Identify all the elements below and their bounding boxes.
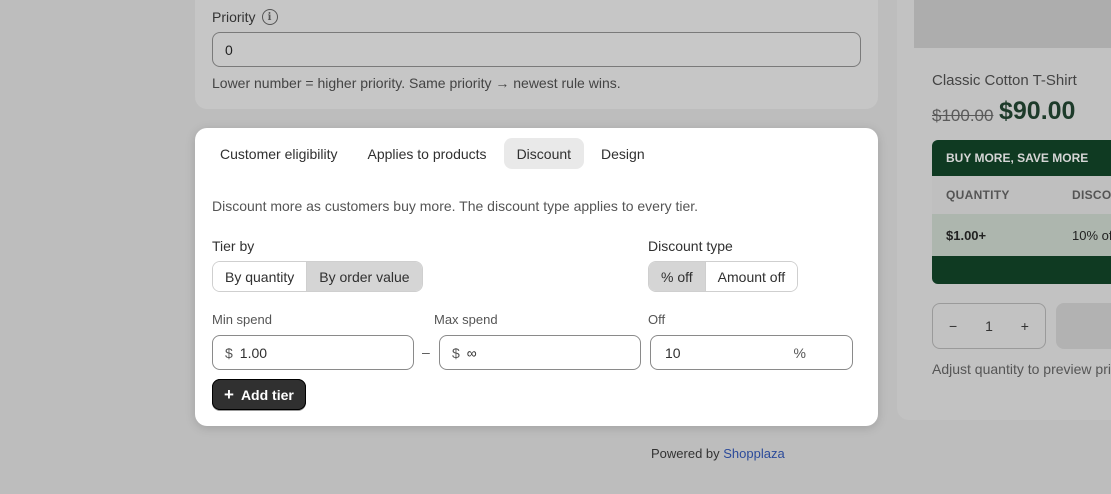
min-spend-label: Min spend [212,312,272,327]
currency-prefix: $ [225,344,233,361]
qty-minus-button[interactable]: − [949,318,957,334]
min-spend-value: 1.00 [239,344,268,361]
discount-modal: Customer eligibility Applies to products… [195,128,878,426]
range-separator: – [422,344,430,360]
info-icon[interactable]: i [261,9,278,25]
row-discount: 10% of [1072,227,1111,243]
max-spend-input[interactable]: $ ∞ [439,335,641,370]
price-old: $100.00 [932,106,994,125]
priority-label: Priority i [212,9,278,25]
tabs: Customer eligibility Applies to products… [207,138,658,169]
product-title: Classic Cotton T-Shirt [932,72,1077,89]
currency-prefix: $ [452,344,460,361]
tab-design[interactable]: Design [588,138,658,169]
tier-by-quantity-button[interactable]: By quantity [213,262,307,291]
brand-link[interactable]: Shopplaza [723,446,784,461]
promo-title: BUY MORE, SAVE MORE [946,151,1089,165]
priority-input[interactable]: 0 [212,32,861,67]
amount-off-button[interactable]: Amount off [704,262,798,291]
off-label: Off [648,312,666,327]
preview-card: Classic Cotton T-Shirt $100.00 $90.00 BU… [897,0,1111,420]
priority-help-text: Lower number = higher priority. Same pri… [212,75,621,91]
tab-applies-to-products[interactable]: Applies to products [354,138,499,169]
tier-by-toggle: By quantity By order value [212,261,423,292]
add-to-cart-button[interactable] [1056,303,1111,349]
col-discount: DISCOU [1072,188,1111,202]
min-spend-input[interactable]: $ 1.00 [212,335,414,370]
discount-type-toggle: % off Amount off [648,261,799,292]
max-spend-label: Max spend [434,312,498,327]
promo-columns: QUANTITY DISCOU [932,176,1111,214]
row-quantity: $1.00+ [946,227,987,243]
price-new: $90.00 [999,97,1076,125]
tab-discount[interactable]: Discount [503,138,585,169]
qty-value: 1 [985,318,993,334]
quantity-stepper[interactable]: − 1 + [932,303,1046,349]
add-tier-button[interactable]: + Add tier [212,379,306,410]
percent-off-button[interactable]: % off [649,262,705,291]
qty-plus-button[interactable]: + [1021,318,1029,334]
percent-suffix: % [793,344,806,361]
off-input[interactable]: 10 % [650,335,853,370]
priority-card: Priority i 0 Lower number = higher prior… [195,0,878,109]
tab-customer-eligibility[interactable]: Customer eligibility [207,138,350,169]
tier-by-label: Tier by [212,238,255,254]
intro-text: Discount more as customers buy more. The… [212,198,699,214]
plus-icon: + [224,385,234,404]
product-image [914,0,1111,48]
col-quantity: QUANTITY [946,188,1010,202]
promo-row: $1.00+ 10% of [932,214,1111,256]
volume-discount-table: BUY MORE, SAVE MORE QUANTITY DISCOU $1.0… [932,140,1111,284]
powered-by: Powered by Shopplaza [651,446,785,461]
discount-type-label: Discount type [648,238,733,254]
adjust-hint: Adjust quantity to preview pric [932,361,1111,377]
max-spend-value: ∞ [466,344,477,361]
off-value: 10 [665,344,681,361]
tier-by-order-value-button[interactable]: By order value [306,262,422,291]
